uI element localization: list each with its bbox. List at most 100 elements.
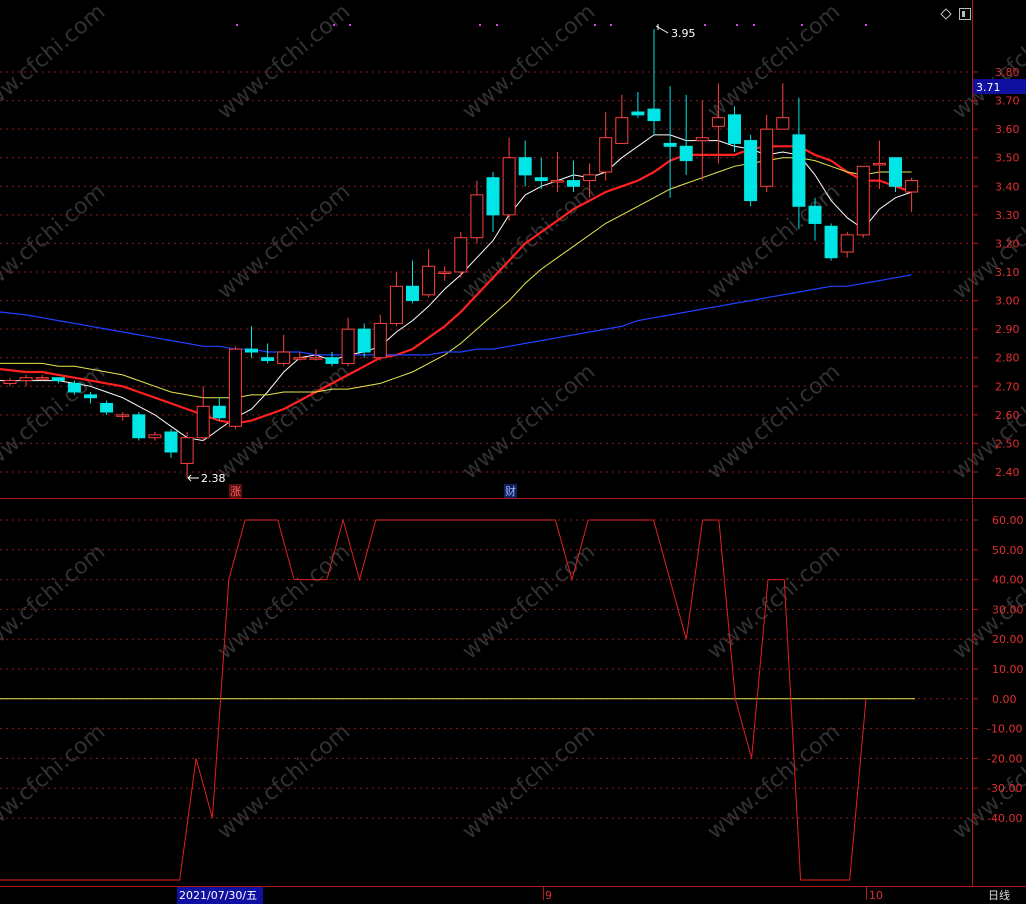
signal-dot	[753, 24, 755, 26]
watermark-layer: www.cfchi.com www.cfchi.com www.cfchi.com w…	[0, 0, 1026, 845]
price-grid	[0, 71, 972, 473]
candle-body	[325, 357, 339, 364]
candle-body	[615, 117, 629, 144]
candle	[856, 165, 870, 238]
candle	[373, 314, 387, 361]
moving-average-lines	[0, 134, 912, 442]
candle-body	[760, 128, 774, 187]
candle	[695, 100, 709, 181]
low-label: 2.38	[201, 472, 226, 485]
candle-body	[406, 285, 419, 302]
candle	[776, 83, 790, 130]
candle-body	[100, 402, 114, 413]
candle-body	[67, 382, 81, 393]
last-price-text: 3.71	[976, 81, 1001, 94]
candle-body	[486, 177, 500, 216]
candle	[100, 400, 114, 415]
osc-tick-label: 50.00	[992, 544, 1024, 557]
period-label[interactable]: 日线	[988, 888, 1010, 902]
candle-body	[389, 285, 403, 324]
candle	[406, 260, 419, 304]
candle-body	[792, 134, 806, 207]
month-label-9: 9	[545, 889, 552, 902]
price-tick-label: 2.50	[995, 437, 1020, 450]
candle-body	[422, 265, 436, 296]
signal-dot	[349, 24, 351, 26]
candle	[615, 94, 629, 144]
ma-line-ma10	[0, 145, 912, 425]
candle-body	[534, 177, 548, 182]
signal-dot	[236, 24, 238, 26]
price-tick-label: 3.80	[995, 66, 1020, 79]
candle	[663, 86, 677, 198]
high-pointer-icon	[655, 24, 669, 34]
candle-body	[502, 157, 516, 216]
date-cursor-label: 2021/07/30/五	[179, 889, 257, 902]
candle	[470, 180, 484, 244]
osc-tick-label: 20.00	[992, 633, 1024, 646]
price-tick-label: 3.50	[995, 152, 1020, 165]
candle-body	[51, 377, 65, 382]
osc-tick-label: 40.00	[992, 574, 1024, 587]
signal-dot	[333, 24, 335, 26]
watermark-text: www.cfchi.com	[458, 539, 600, 664]
watermark-text: www.cfchi.com	[213, 179, 355, 304]
candle	[196, 386, 210, 441]
osc-tick-label: 30.00	[992, 603, 1024, 616]
candle-body	[454, 237, 468, 273]
candle	[341, 317, 355, 367]
candle	[277, 334, 291, 367]
osc-tick-label: -30.00	[987, 782, 1022, 795]
watermark-text: www.cfchi.com	[703, 0, 845, 125]
watermark-text: www.cfchi.com	[703, 539, 845, 664]
candle-body	[19, 377, 33, 382]
candle-body	[277, 351, 291, 364]
cai-marker[interactable]: 财	[505, 484, 516, 498]
watermark-text: www.cfchi.com	[213, 719, 355, 844]
price-tick-label: 3.30	[995, 209, 1020, 222]
candle	[261, 343, 275, 364]
signal-dot	[865, 24, 867, 26]
watermark-text: www.cfchi.com	[458, 0, 600, 125]
candle-body	[357, 328, 371, 353]
candle-body	[695, 137, 709, 142]
candle	[116, 412, 130, 421]
candle-body	[872, 162, 886, 166]
candle-body	[212, 405, 226, 419]
candle-body	[567, 180, 580, 187]
watermark-text: www.cfchi.com	[0, 179, 110, 304]
candle-body	[245, 348, 258, 353]
candle	[438, 266, 452, 281]
candle	[905, 177, 919, 212]
candle	[824, 223, 838, 261]
candle-body	[148, 434, 162, 439]
ma-line-ma20	[0, 157, 912, 399]
candle	[389, 272, 403, 327]
high-label: 3.95	[671, 27, 696, 40]
price-tick-label: 2.60	[995, 409, 1020, 422]
candle-body	[373, 322, 387, 359]
candle-body	[309, 357, 323, 360]
candle-body	[550, 180, 564, 183]
candle-body	[663, 142, 677, 147]
candle-body	[35, 377, 49, 380]
diamond-icon[interactable]	[940, 8, 952, 20]
watermark-text: www.cfchi.com	[703, 179, 845, 304]
ma-line-ma5	[0, 134, 912, 442]
candle	[164, 429, 178, 458]
candle-body	[341, 328, 355, 364]
zhang-marker[interactable]: 涨	[230, 485, 241, 498]
candle-body	[84, 394, 97, 399]
price-tick-label: 2.90	[995, 323, 1020, 336]
watermark-text: www.cfchi.com	[458, 359, 600, 484]
signal-dot	[801, 24, 803, 26]
candle	[228, 346, 242, 430]
candle-body	[196, 405, 210, 439]
candle-body	[840, 234, 854, 253]
watermark-text: www.cfchi.com	[213, 0, 355, 125]
candle-body	[728, 114, 741, 144]
watermark-text: www.cfchi.com	[703, 359, 845, 484]
window-toggle-icon[interactable]	[959, 8, 971, 20]
candle	[132, 412, 146, 441]
candle-body	[116, 414, 130, 417]
